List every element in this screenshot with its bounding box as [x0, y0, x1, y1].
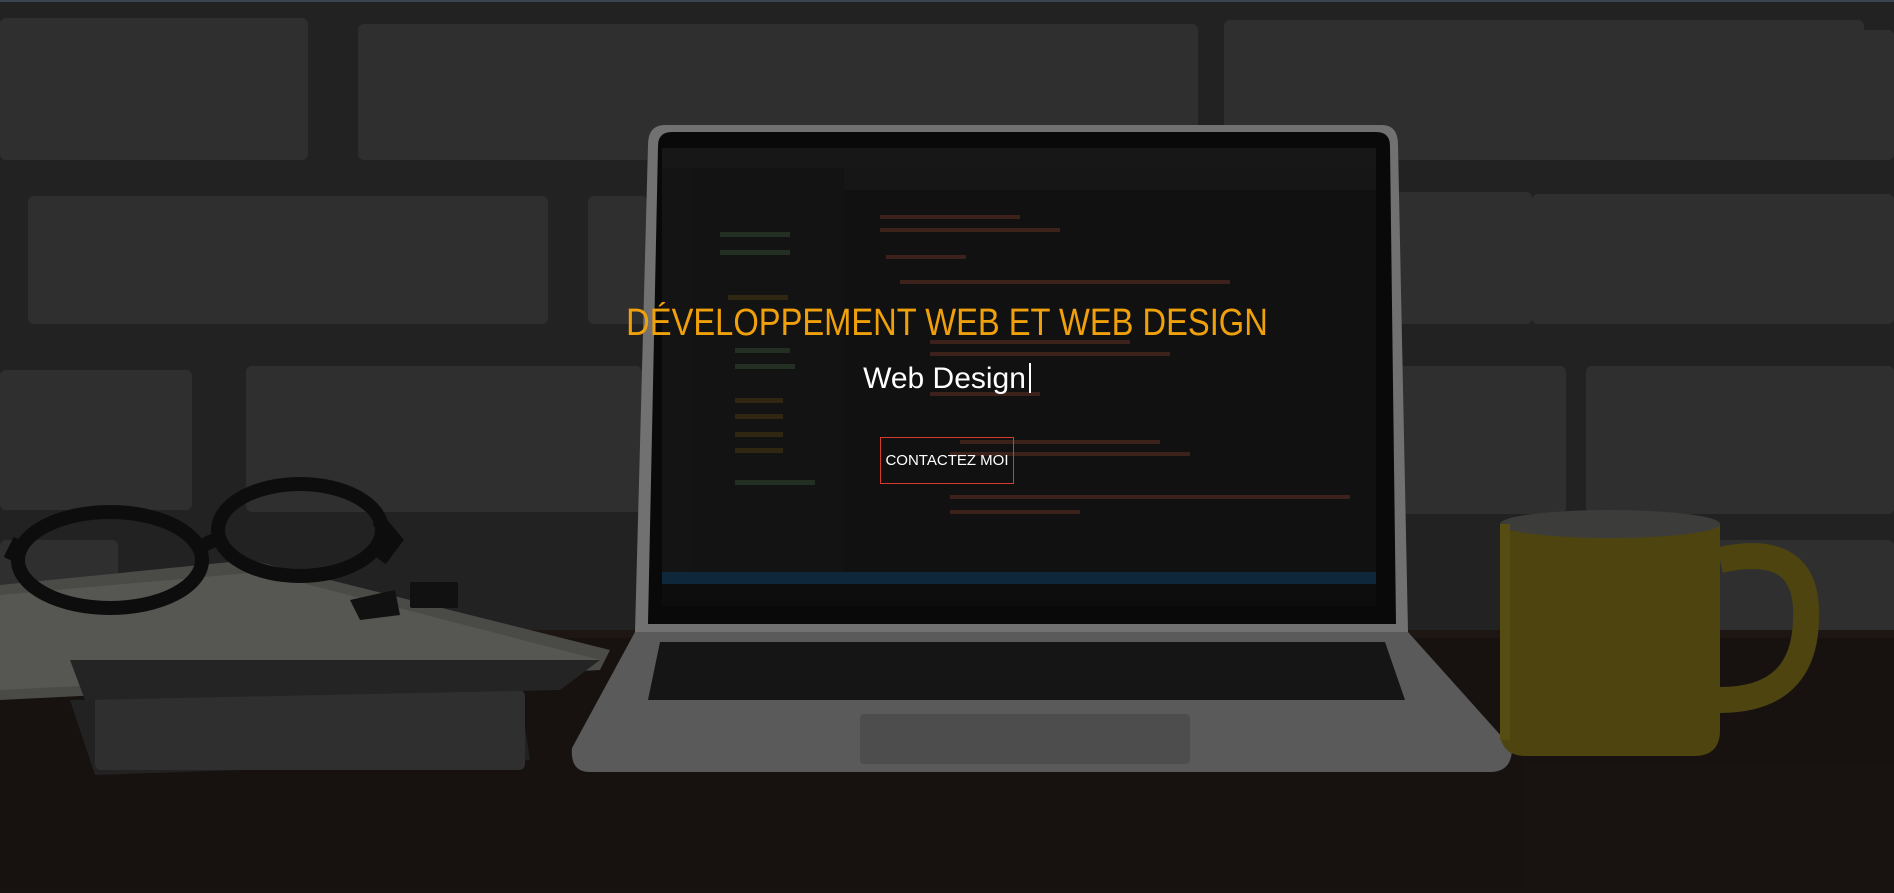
typed-subtitle: Web Design — [0, 362, 1894, 396]
typing-cursor — [1028, 363, 1031, 393]
hero-section: DÉVELOPPEMENT WEB ET WEB DESIGN Web Desi… — [0, 0, 1894, 893]
hero-content: DÉVELOPPEMENT WEB ET WEB DESIGN Web Desi… — [0, 0, 1894, 893]
hero-title: DÉVELOPPEMENT WEB ET WEB DESIGN — [626, 302, 1268, 344]
contact-me-button[interactable]: CONTACTEZ MOI — [880, 437, 1014, 484]
typed-text: Web Design — [863, 362, 1026, 395]
